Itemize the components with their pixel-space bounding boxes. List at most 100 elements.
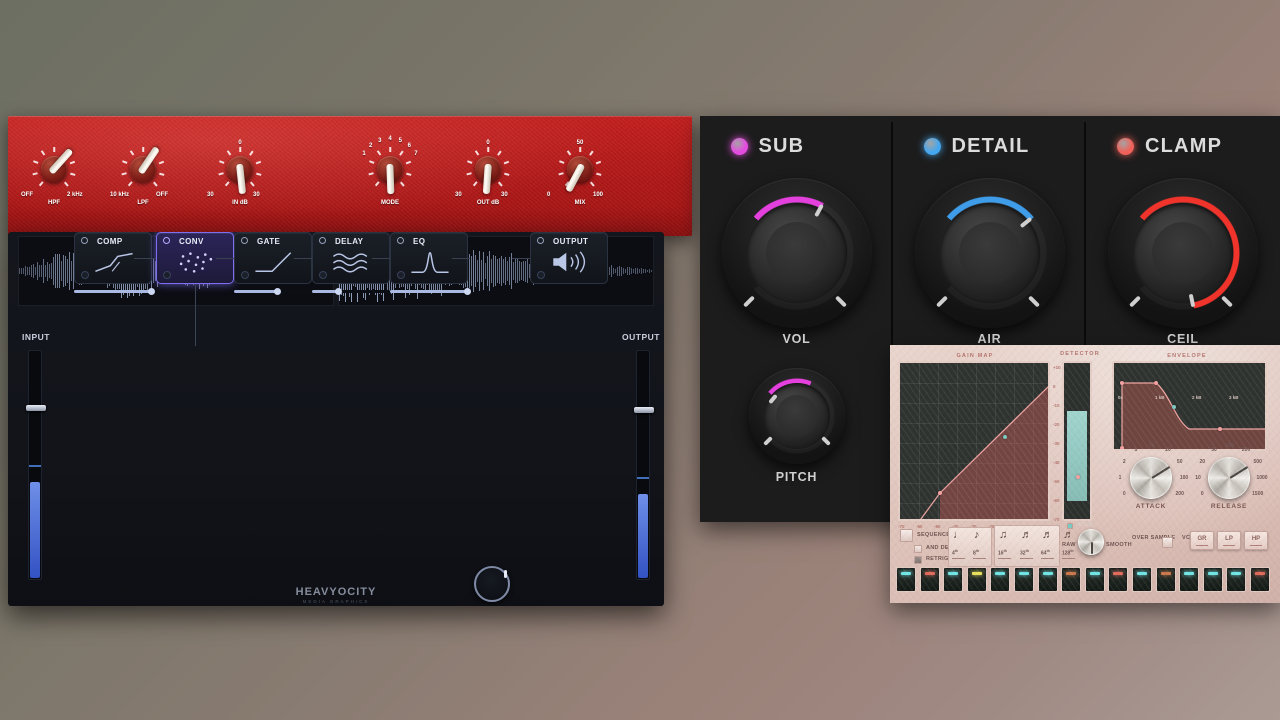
waveform-bar: [613, 268, 614, 274]
pitch-knob-group: PITCH: [700, 356, 893, 484]
sequencer-step[interactable]: [1108, 567, 1129, 592]
waveform-bar: [41, 264, 42, 278]
smoothing-knob[interactable]: [1078, 529, 1104, 555]
gain-map-node[interactable]: [1003, 435, 1007, 439]
module-power-icon[interactable]: [81, 237, 88, 244]
rack-knob-center: [958, 222, 1021, 284]
input-fader[interactable]: [26, 350, 46, 580]
knob-label: LPF: [137, 200, 149, 206]
envelope-node[interactable]: [1120, 381, 1124, 385]
filter-button-lp[interactable]: LP: [1217, 531, 1241, 550]
rack-led-clamp[interactable]: [1117, 138, 1134, 155]
sequencer-checkbox[interactable]: [900, 529, 913, 542]
sequencer-step[interactable]: [1061, 567, 1082, 592]
knob-top-label: 0: [486, 140, 490, 146]
module-lock-icon[interactable]: [319, 271, 327, 279]
sequencer-step[interactable]: [1155, 567, 1176, 592]
note-division-128[interactable]: 128th: [1062, 549, 1074, 557]
sequencer-step[interactable]: [1014, 567, 1034, 592]
module-connector: [134, 258, 156, 259]
module-power-icon[interactable]: [319, 237, 326, 244]
release-knob[interactable]: [1208, 457, 1250, 499]
sequencer-step[interactable]: [1202, 567, 1223, 592]
rack-led-sub[interactable]: [730, 138, 748, 155]
module-lock-icon[interactable]: [81, 271, 89, 279]
attack-knob[interactable]: [1130, 457, 1172, 499]
module-output[interactable]: OUTPUT: [530, 232, 608, 284]
envelope-node[interactable]: [1154, 381, 1158, 385]
distox-knob-out-db[interactable]: 0 30 30 OUT dB: [455, 140, 510, 206]
module-lock-icon[interactable]: [537, 271, 545, 279]
envelope-node[interactable]: [1218, 427, 1222, 431]
module-slider-comp[interactable]: [74, 288, 155, 295]
sequencer-step[interactable]: [1084, 567, 1105, 592]
knob-max-label: 30: [253, 192, 260, 198]
filter-button-label: GR: [1197, 536, 1207, 542]
note-glyph-icon: ♪: [974, 529, 980, 541]
distox-knob-in-db[interactable]: 0 30 30 IN dB: [207, 140, 262, 206]
waveform-bar: [517, 259, 518, 283]
module-power-icon[interactable]: [241, 237, 248, 244]
module-slider-gate[interactable]: [234, 288, 312, 295]
gain-map-node[interactable]: [938, 491, 942, 495]
rack-led-detail[interactable]: [923, 138, 941, 155]
envelope-graph[interactable]: [1112, 361, 1267, 451]
waveform-bar: [507, 261, 508, 281]
output-label: OUTPUT: [622, 332, 660, 342]
waveform-bar: [19, 267, 20, 275]
and-det-checkbox[interactable]: [914, 545, 922, 553]
module-slider-delay[interactable]: [312, 288, 390, 295]
sequencer-step[interactable]: [1226, 567, 1247, 592]
note-division-8[interactable]: 8th: [973, 549, 979, 557]
note-glyph-icon: ♫: [999, 529, 1008, 541]
module-slider-eq[interactable]: [390, 288, 471, 295]
waveform-bar: [33, 264, 34, 278]
module-lock-icon[interactable]: [397, 271, 405, 279]
retrig-checkbox[interactable]: [914, 556, 922, 564]
gain-map-node[interactable]: [1048, 381, 1050, 385]
sequencer-step[interactable]: [896, 567, 916, 592]
note-division-4[interactable]: 4th: [952, 549, 958, 557]
module-graphic-icon: [407, 249, 463, 279]
sequencer-step[interactable]: [966, 567, 987, 592]
gain-map-graph[interactable]: [898, 361, 1050, 521]
knob-max-label: 100: [593, 192, 604, 198]
rack-knob-label-ceil: CEIL: [1167, 332, 1199, 346]
sequencer-step[interactable]: [1132, 567, 1152, 592]
module-power-icon[interactable]: [397, 237, 404, 244]
knob-tick: [69, 160, 75, 164]
note-division-32[interactable]: 32th: [1020, 549, 1029, 557]
knob-pointer: [482, 163, 492, 195]
waveform-bar: [69, 251, 70, 291]
module-label: OUTPUT: [553, 237, 589, 246]
module-lock-icon[interactable]: [163, 271, 171, 279]
rack-knob-label-air: AIR: [977, 332, 1002, 346]
knob-scale-tick: 20: [1165, 447, 1171, 454]
distox-knob-hpf[interactable]: OFF 2 kHz HPF: [21, 147, 83, 206]
sequencer-step[interactable]: [919, 567, 940, 592]
sequencer-step[interactable]: [943, 567, 964, 592]
filter-button-gr[interactable]: GR: [1190, 531, 1214, 550]
sequencer-step[interactable]: [990, 567, 1011, 592]
oversample-checkbox[interactable]: [1162, 537, 1173, 548]
module-power-icon[interactable]: [537, 237, 544, 244]
distox-knob-lpf[interactable]: 10 kHz OFF LPF: [110, 145, 168, 206]
envelope-node[interactable]: [1120, 446, 1124, 449]
output-fader[interactable]: [634, 350, 654, 580]
filter-button-hp[interactable]: HP: [1244, 531, 1268, 550]
distox-knob-mode[interactable]: MODE 1 2 3 4 5 6 7: [362, 136, 417, 206]
envelope-node[interactable]: [1172, 405, 1176, 409]
sequencer-step[interactable]: [1250, 567, 1270, 592]
waveform-bar: [515, 259, 516, 283]
distox-knob-mix[interactable]: 50 0 100 MIX: [547, 140, 603, 206]
waveform-bar: [651, 269, 652, 273]
detector-threshold-node[interactable]: [1076, 475, 1080, 479]
sequencer-step[interactable]: [1037, 567, 1058, 592]
module-lock-icon[interactable]: [241, 271, 249, 279]
note-division-16[interactable]: 16th: [998, 549, 1007, 557]
sequencer-step[interactable]: [1179, 567, 1200, 592]
note-division-64[interactable]: 64th: [1041, 549, 1050, 557]
module-power-icon[interactable]: [163, 237, 170, 244]
waveform-bar: [481, 259, 482, 283]
waveform-bar: [71, 261, 72, 281]
